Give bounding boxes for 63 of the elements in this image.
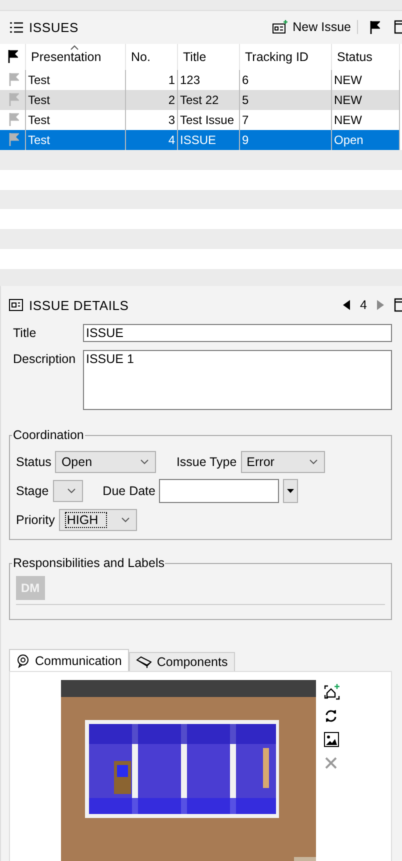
table-cell[interactable]: Test 22 [178,90,240,110]
chevron-icon [140,459,150,465]
table-cell[interactable]: 123 [178,70,240,90]
chevron-icon [120,517,130,523]
field-label: Title [13,325,38,340]
description-field[interactable]: ISSUE 1 [83,350,392,410]
next-button[interactable] [377,300,384,310]
table-cell[interactable]: Test Issue [178,110,240,130]
status-dropdown[interactable]: Open [55,451,156,473]
table-cell[interactable]: Open [332,130,400,150]
flag-icon [8,133,18,146]
page-number: 4 [360,298,367,312]
field-label: Description [13,351,77,366]
due-date-field[interactable] [159,479,280,503]
window-icon[interactable] [394,20,402,34]
window-icon[interactable] [394,298,402,312]
chevron-icon [308,459,318,465]
table-cell[interactable]: ISSUE [178,130,240,150]
table-cell[interactable]: Test [26,110,126,130]
table-cell[interactable]: Test [26,90,126,110]
chevron-icon [66,488,76,494]
flag-icon [370,20,380,34]
flag-icon [8,93,18,106]
table-cell[interactable]: 7 [240,110,332,130]
field-label: Issue Type [176,455,237,469]
table-cell[interactable]: 5 [240,90,332,110]
field-label: Stage [16,484,49,498]
table-cell[interactable]: 6 [240,70,332,90]
list-icon [10,22,23,33]
field-label: Priority [16,513,55,527]
table-cell[interactable]: Test [26,70,126,90]
table-cell[interactable]: 2 [126,90,178,110]
table-cell[interactable]: NEW [332,70,400,90]
tab[interactable]: Communication [9,649,129,671]
chat-bubble-icon [16,654,30,668]
box-icon [136,656,152,668]
tab[interactable]: Components [128,652,235,671]
panel-title: ISSUES [29,20,78,35]
image-icon[interactable] [324,732,340,747]
card-icon [9,299,23,311]
priority-dropdown[interactable]: HIGH [58,509,137,531]
caret-icon [287,489,294,493]
table-cell[interactable]: NEW [332,90,400,110]
flag-icon [8,113,18,126]
group-title: Responsibilities and Labels [12,556,166,570]
flag-icon [8,73,18,86]
issue-type-dropdown[interactable]: Error [240,451,325,473]
group-title: Coordination [12,428,85,442]
table-cell[interactable]: Test [26,130,126,150]
card-plus-icon [272,20,288,34]
table-cell[interactable]: NEW [332,110,400,130]
sort-icon [70,44,79,50]
table-cell[interactable]: 9 [240,130,332,150]
panel-title: ISSUE DETAILS [29,298,129,312]
new-issue-button[interactable]: New Issue [272,20,358,34]
field-label: Due Date [102,484,156,498]
field-label: Status [16,455,52,469]
add-view-icon[interactable] [324,684,340,700]
title-field[interactable]: ISSUE [83,324,392,342]
flag-icon [8,50,18,64]
table-cell[interactable]: 4 [126,130,178,150]
previous-button[interactable] [343,300,350,310]
date-picker-button[interactable] [283,479,298,503]
